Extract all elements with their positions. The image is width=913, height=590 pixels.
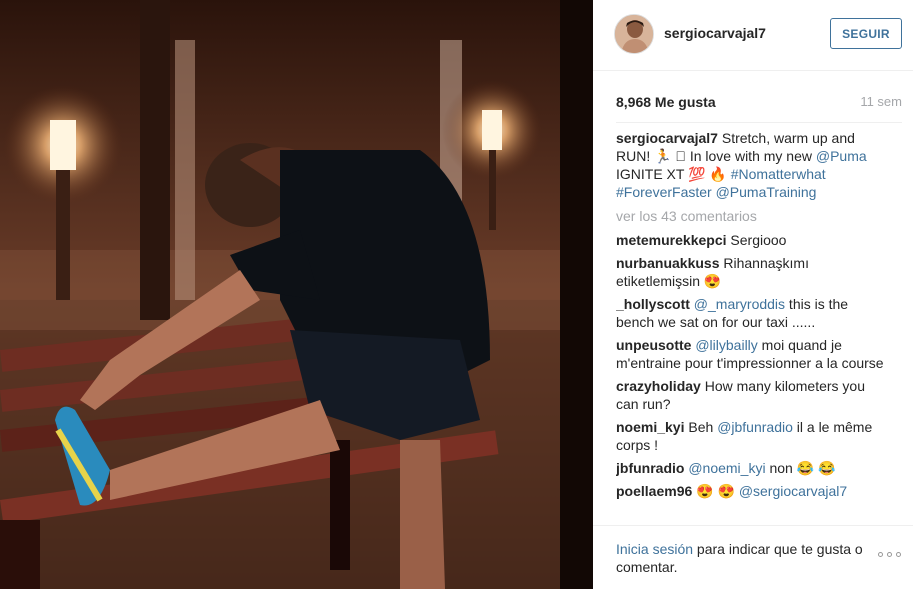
view-all-comments-link[interactable]: ver los 43 comentarios <box>616 207 886 225</box>
comment-text: Beh <box>684 419 718 435</box>
dot <box>896 552 901 557</box>
comment-item: _hollyscott @_maryroddis this is the ben… <box>616 295 886 331</box>
comment-item: unpeusotte @lilybailly moi quand je m'en… <box>616 336 886 372</box>
divider <box>616 122 902 123</box>
comment-username[interactable]: jbfunradio <box>616 460 684 476</box>
login-link[interactable]: Inicia sesión <box>616 541 693 557</box>
comment-text: non 😂 😂 <box>765 460 836 476</box>
comment-item: crazyholiday How many kilometers you can… <box>616 377 886 413</box>
login-prompt: Inicia sesión para indicar que te gusta … <box>616 540 876 576</box>
like-count: 8,968 Me gusta <box>616 94 716 110</box>
post-age[interactable]: 11 sem <box>860 94 902 109</box>
post-stats: 8,968 Me gusta 11 sem <box>593 70 913 125</box>
mention-link[interactable]: @PumaTraining <box>716 184 817 200</box>
hashtag-link[interactable]: #Nomatterwhat <box>731 166 826 182</box>
caption-username[interactable]: sergiocarvajal7 <box>616 130 718 146</box>
avatar[interactable] <box>614 14 654 54</box>
comment-username[interactable]: unpeusotte <box>616 337 691 353</box>
comment-text: Sergiooo <box>726 232 787 248</box>
comment-username[interactable]: _hollyscott <box>616 296 690 312</box>
comment-item: metemurekkepci Sergiooo <box>616 231 886 249</box>
three-dots-icon[interactable] <box>878 552 901 557</box>
hashtag-link[interactable]: #ForeverFaster <box>616 184 712 200</box>
mention-link[interactable]: @Puma <box>816 148 867 164</box>
photo-illustration <box>0 0 593 589</box>
comment-item: noemi_kyi Beh @jbfunradio il a le même c… <box>616 418 886 454</box>
comment-item: nurbanuakkuss Rihannaşkımı etiketlemişsi… <box>616 254 886 290</box>
post-footer: Inicia sesión para indicar que te gusta … <box>593 525 913 590</box>
post-side-panel: sergiocarvajal7 SEGUIR 8,968 Me gusta 11… <box>593 0 913 589</box>
comment-username[interactable]: crazyholiday <box>616 378 701 394</box>
comments-list: sergiocarvajal7 Stretch, warm up and RUN… <box>616 129 886 525</box>
caption: sergiocarvajal7 Stretch, warm up and RUN… <box>616 129 886 201</box>
post-username[interactable]: sergiocarvajal7 <box>664 25 766 41</box>
mention-link[interactable]: @_maryroddis <box>694 296 785 312</box>
comment-username[interactable]: noemi_kyi <box>616 419 684 435</box>
mention-link[interactable]: @sergiocarvajal7 <box>739 483 847 499</box>
comment-username[interactable]: poellaem96 <box>616 483 692 499</box>
dot <box>878 552 883 557</box>
mention-link[interactable]: @lilybailly <box>695 337 757 353</box>
comment-text: 😍 😍 <box>692 483 739 499</box>
comment-username[interactable]: nurbanuakkuss <box>616 255 719 271</box>
dot <box>887 552 892 557</box>
post-photo[interactable] <box>0 0 593 589</box>
caption-text: IGNITE XT 💯 🔥 <box>616 166 731 182</box>
post-header: sergiocarvajal7 SEGUIR <box>593 0 913 71</box>
follow-button[interactable]: SEGUIR <box>830 18 902 49</box>
comment-container: metemurekkepci Sergiooo nurbanuakkuss Rih… <box>616 231 886 500</box>
avatar-image <box>615 15 653 53</box>
comment-username[interactable]: metemurekkepci <box>616 232 727 248</box>
mention-link[interactable]: @noemi_kyi <box>688 460 765 476</box>
mention-link[interactable]: @jbfunradio <box>717 419 793 435</box>
comment-item: jbfunradio @noemi_kyi non 😂 😂 <box>616 459 886 477</box>
comment-item: poellaem96 😍 😍 @sergiocarvajal7 <box>616 482 886 500</box>
